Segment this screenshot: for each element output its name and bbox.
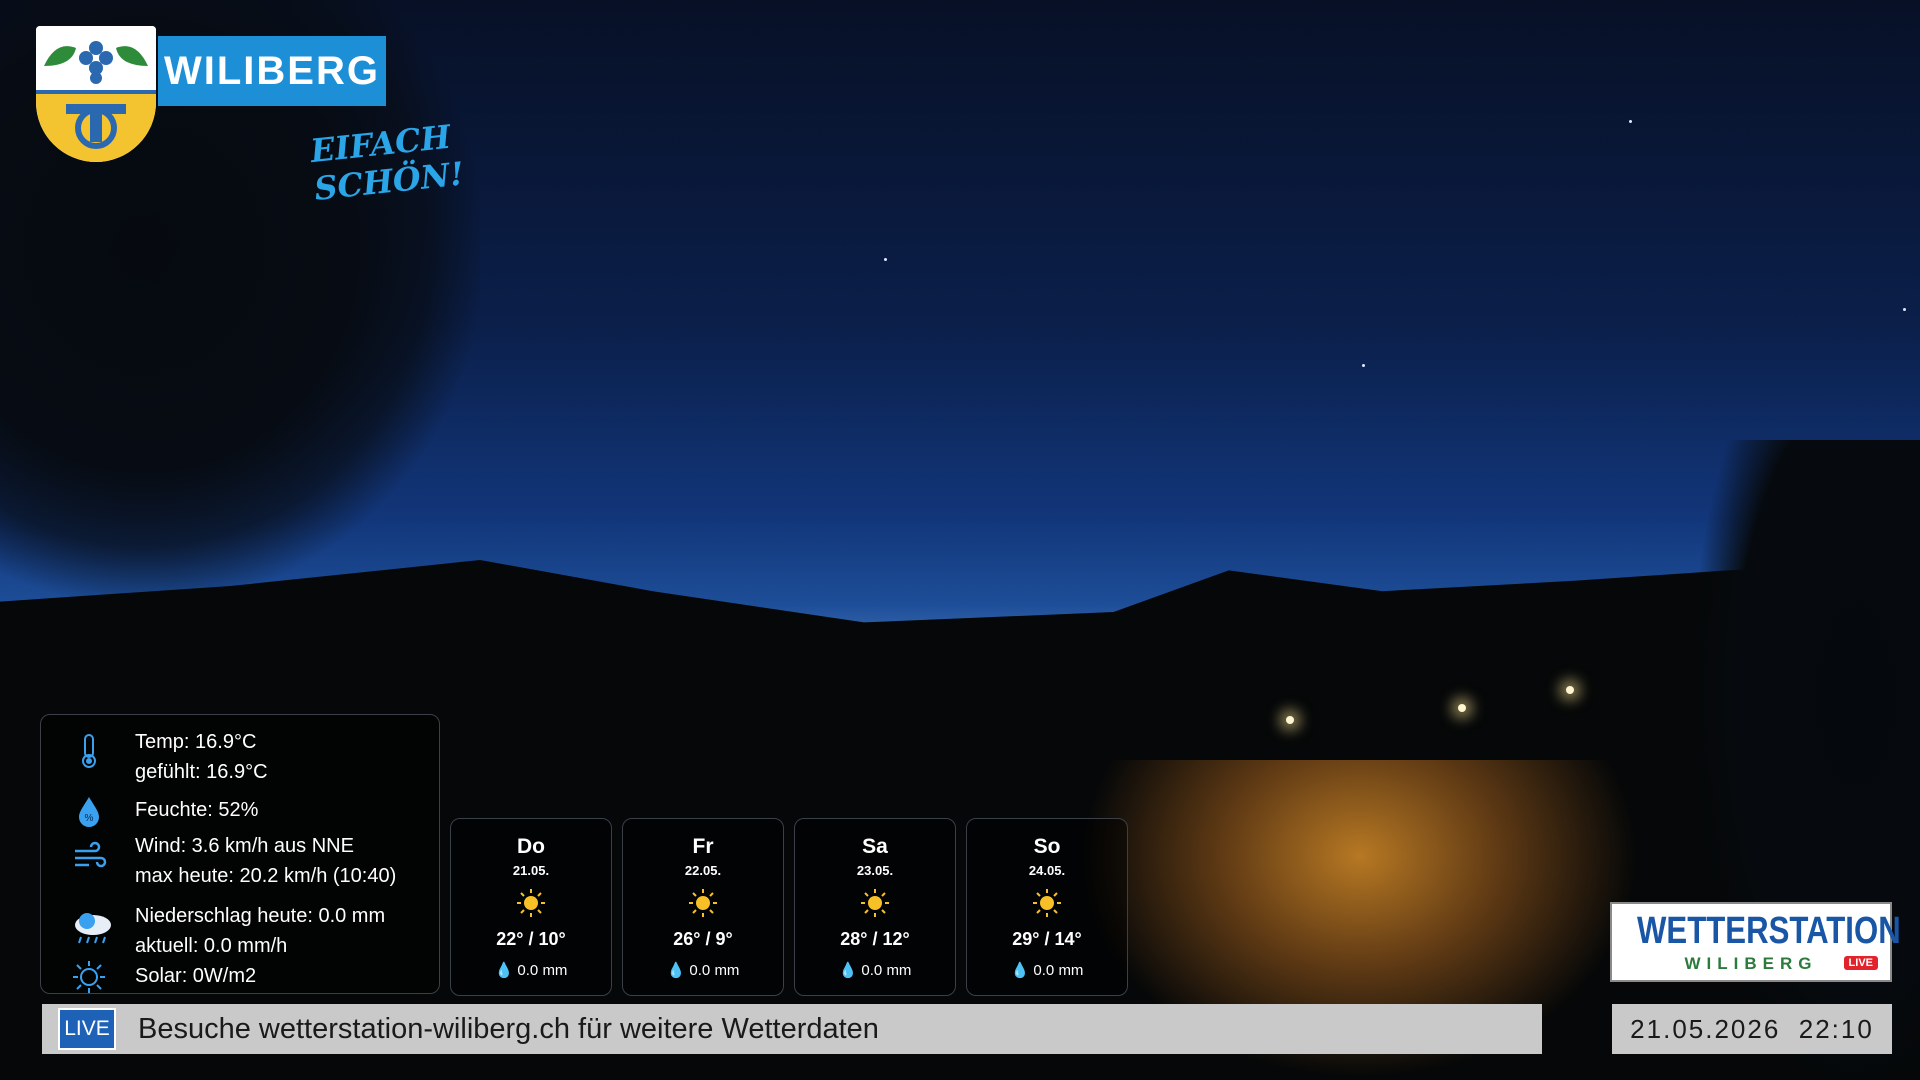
logo-name: WILIBERG	[158, 36, 386, 106]
humidity-drop-icon: %	[79, 797, 99, 827]
forecast-day: So	[1033, 835, 1061, 858]
info-ticker: LIVE Besuche wetterstation-wiliberg.ch f…	[42, 1004, 1542, 1054]
ticker-text: Besuche wetterstation-wiliberg.ch für we…	[138, 1013, 879, 1045]
sun-icon	[517, 889, 545, 917]
wetterstation-brand-logo: WETTERSTATION WILIBERG LIVE	[1610, 902, 1901, 982]
sun-icon	[689, 889, 717, 917]
forecast-rain: 💧 0.0 mm	[494, 962, 568, 979]
forecast-card: So 24.05. 29° / 14° 💧 0.0 mm	[966, 818, 1128, 996]
solar-value: Solar: 0W/m2	[135, 965, 257, 987]
wiliberg-logo: WILIBERG EIFACH SCHÖN!	[36, 26, 506, 208]
forecast-date: 21.05.	[512, 863, 550, 878]
sun-outline-icon	[73, 961, 105, 993]
wind-icon	[75, 841, 107, 868]
drop-icon: 💧	[494, 962, 514, 979]
sun-icon	[1033, 889, 1061, 917]
coat-of-arms-icon	[36, 26, 156, 162]
forecast-rain: 💧 0.0 mm	[838, 962, 912, 979]
forecast-date: 22.05.	[684, 863, 722, 878]
humidity-value: Feuchte: 52%	[135, 799, 259, 821]
forecast-date: 24.05.	[1028, 863, 1066, 878]
forecast-rain: 💧 0.0 mm	[666, 962, 740, 979]
forecast-temp: 26° / 9°	[673, 929, 733, 949]
forecast-card: Do 21.05. 22° / 10° 💧 0.0 mm	[450, 818, 612, 996]
brand-live-badge: LIVE	[1843, 956, 1878, 970]
wind-max-value: max heute: 20.2 km/h (10:40)	[135, 865, 397, 887]
forecast-card: Fr 22.05. 26° / 9° 💧 0.0 mm	[622, 818, 784, 996]
tree-silhouette-right	[1700, 440, 1920, 1080]
forecast-temp: 29° / 14°	[1012, 929, 1082, 949]
forecast-day: Do	[517, 835, 545, 858]
forecast-temp: 22° / 10°	[496, 929, 566, 949]
brand-title: WETTERSTATION	[1637, 910, 1901, 952]
svg-text:%: %	[85, 813, 94, 824]
drop-icon: 💧	[838, 962, 858, 979]
thermometer-icon	[82, 734, 96, 768]
feels-like-value: gefühlt: 16.9°C	[135, 761, 268, 783]
rain-today-value: Niederschlag heute: 0.0 mm	[135, 905, 386, 927]
datetime-display: 21.05.2026 22:10	[1612, 1004, 1892, 1054]
forecast-date: 23.05.	[856, 863, 894, 878]
current-weather-panel: Temp: 16.9°C gefühlt: 16.9°C % Feuchte: …	[40, 714, 440, 994]
forecast-day: Sa	[862, 835, 888, 858]
drop-icon: 💧	[1010, 962, 1030, 979]
sun-icon	[861, 889, 889, 917]
forecast-day: Fr	[692, 835, 714, 858]
forecast-rain: 💧 0.0 mm	[1010, 962, 1084, 979]
forecast-card: Sa 23.05. 28° / 12° 💧 0.0 mm	[794, 818, 956, 996]
temp-value: Temp: 16.9°C	[135, 731, 257, 753]
live-badge: LIVE	[58, 1008, 116, 1050]
rain-now-value: aktuell: 0.0 mm/h	[135, 935, 288, 957]
wind-value: Wind: 3.6 km/h aus NNE	[135, 835, 354, 857]
rain-cloud-icon	[75, 913, 111, 944]
drop-icon: 💧	[666, 962, 686, 979]
forecast-temp: 28° / 12°	[840, 929, 910, 949]
